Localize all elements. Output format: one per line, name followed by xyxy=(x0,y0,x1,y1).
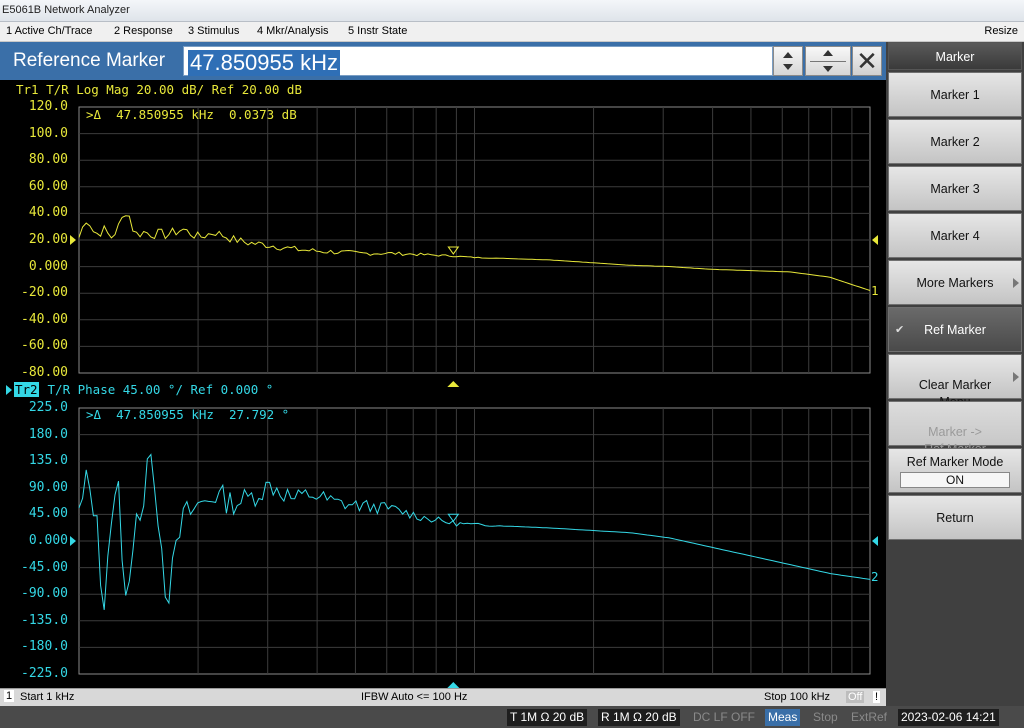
softkey-more-markers[interactable]: More Markers xyxy=(888,260,1022,305)
coarse-up-icon[interactable] xyxy=(823,50,833,56)
channel-number: 1 xyxy=(4,690,15,702)
channel-footer: 1 Start 1 kHz IFBW Auto <= 100 Hz Stop 1… xyxy=(0,688,886,706)
softkey-label: Marker 1 xyxy=(930,88,980,102)
y-tick-label: 120.0 xyxy=(28,99,68,114)
softkey-marker-3[interactable]: Marker 3 xyxy=(888,166,1022,211)
trace2-active-arrow-icon xyxy=(6,385,12,395)
y-tick-label: 225.0 xyxy=(28,400,68,415)
status-meas: Meas xyxy=(765,709,801,726)
sweep-off-indicator: Off xyxy=(846,691,865,703)
step-up-icon[interactable] xyxy=(783,52,793,58)
y-tick-label: 60.00 xyxy=(28,178,68,194)
y-tick-label: -180.0 xyxy=(21,639,68,655)
status-stop: Stop xyxy=(813,710,838,724)
softkey-label: Marker 2 xyxy=(930,135,980,149)
entry-close-button[interactable]: ✕ xyxy=(852,46,882,76)
submenu-arrow-icon xyxy=(1013,278,1019,288)
softkey-panel: Marker Marker 1 Marker 2 Marker 3 Marker… xyxy=(886,42,1024,706)
trace2-header[interactable]: T/R Phase 45.00 °/ Ref 0.000 ° xyxy=(40,382,274,397)
softkey-clear-marker-menu[interactable]: Clear Marker Menu xyxy=(888,354,1022,409)
trace1-header[interactable]: Tr1 T/R Log Mag 20.00 dB/ Ref 20.00 dB xyxy=(16,82,302,97)
ref-level-right-icon xyxy=(872,235,878,245)
y-tick-label: -45.00 xyxy=(21,559,68,575)
y-tick-label: 45.00 xyxy=(28,506,68,522)
softkey-marker-4[interactable]: Marker 4 xyxy=(888,213,1022,258)
stop-frequency[interactable]: Stop 100 kHz xyxy=(764,691,830,703)
menu-active-ch-trace[interactable]: 1 Active Ch/Trace xyxy=(6,25,92,37)
y-tick-label: 20.00 xyxy=(0,232,68,247)
start-frequency[interactable]: Start 1 kHz xyxy=(20,691,74,703)
softkey-marker-1[interactable]: Marker 1 xyxy=(888,72,1022,117)
softkey-label: More Markers xyxy=(916,276,994,290)
menu-mkr-analysis[interactable]: 4 Mkr/Analysis xyxy=(257,25,329,37)
y-tick-label: 90.00 xyxy=(28,479,68,495)
entry-coarse-spinner[interactable] xyxy=(805,46,851,76)
status-bar: T 1M Ω 20 dB R 1M Ω 20 dB DC LF OFF Meas… xyxy=(0,706,1024,728)
warning-indicator: ! xyxy=(873,691,881,703)
y-tick-label: 40.00 xyxy=(28,205,68,221)
softkey-label: Marker 4 xyxy=(930,229,980,243)
y-tick-label: -20.00 xyxy=(21,285,68,301)
status-datetime: 2023-02-06 14:21 xyxy=(898,709,999,726)
y-tick-label: 0.000 xyxy=(0,533,68,548)
trace1-marker-readout: >Δ 47.850955 kHz 0.0373 dB xyxy=(86,107,297,122)
status-t-input: T 1M Ω 20 dB xyxy=(507,709,588,726)
ifbw-setting[interactable]: IFBW Auto <= 100 Hz xyxy=(361,691,467,703)
entry-value-field[interactable]: 47.850955 kHz xyxy=(183,46,773,76)
entry-value-text: 47.850955 kHz xyxy=(188,50,340,76)
trace2-grid xyxy=(78,407,871,675)
marker-x-position-icon xyxy=(447,381,460,387)
softkey-ref-marker-mode[interactable]: Ref Marker Mode ON xyxy=(888,448,1022,493)
y-tick-label: 180.0 xyxy=(28,426,68,442)
y-tick-label: -40.00 xyxy=(21,311,68,327)
ref-level-left-icon xyxy=(70,235,76,245)
y-tick-label: 80.00 xyxy=(28,152,68,168)
plot-panel: Tr1 T/R Log Mag 20.00 dB/ Ref 20.00 dB >… xyxy=(0,80,886,688)
resize-button[interactable]: Resize xyxy=(984,25,1018,37)
menu-bar: 1 Active Ch/Trace 2 Response 3 Stimulus … xyxy=(0,22,1024,42)
y-tick-label: 100.0 xyxy=(28,125,68,141)
softkey-label: Return xyxy=(936,511,974,525)
trace1-grid xyxy=(78,106,871,374)
y-tick-label: -135.0 xyxy=(21,612,68,628)
y-tick-label: -90.00 xyxy=(21,586,68,602)
status-r-input: R 1M Ω 20 dB xyxy=(598,709,680,726)
trace2-end-label: 2 xyxy=(871,569,879,584)
ref-level-left-icon xyxy=(70,536,76,546)
softkey-return[interactable]: Return xyxy=(888,495,1022,540)
entry-bar: Reference Marker 47.850955 kHz ✕ xyxy=(0,42,886,80)
menu-response[interactable]: 2 Response xyxy=(114,25,173,37)
softkey-label: Ref Marker xyxy=(924,323,986,337)
status-dc-lf: DC LF OFF xyxy=(693,710,755,724)
entry-label: Reference Marker xyxy=(13,50,166,71)
softkey-label: Ref Marker Mode xyxy=(906,455,1004,469)
y-tick-label: 135.0 xyxy=(28,453,68,469)
trace1-end-label: 1 xyxy=(871,283,879,298)
y-tick-label: -80.00 xyxy=(21,365,68,380)
y-tick-label: -225.0 xyxy=(21,666,68,681)
step-down-icon[interactable] xyxy=(783,64,793,70)
submenu-arrow-icon xyxy=(1013,372,1019,382)
ref-level-right-icon xyxy=(872,536,878,546)
softkey-ref-marker[interactable]: ✔ Ref Marker xyxy=(888,307,1022,352)
window-titlebar: E5061B Network Analyzer Resize xyxy=(0,0,1024,37)
coarse-down-icon[interactable] xyxy=(823,66,833,72)
entry-step-spinner[interactable] xyxy=(773,46,803,76)
menu-instr-state[interactable]: 5 Instr State xyxy=(348,25,407,37)
ref-marker-mode-value: ON xyxy=(900,472,1010,488)
y-tick-label: 0.000 xyxy=(28,258,68,274)
softkey-label: Marker 3 xyxy=(930,182,980,196)
softkey-marker-2[interactable]: Marker 2 xyxy=(888,119,1022,164)
trace2-marker-readout: >Δ 47.850955 kHz 27.792 ° xyxy=(86,407,290,422)
softkey-marker-to-ref-marker[interactable]: Marker -> Ref Marker xyxy=(888,401,1022,456)
check-icon: ✔ xyxy=(895,324,905,336)
window-title: E5061B Network Analyzer xyxy=(2,4,130,16)
trace2-id-label[interactable]: Tr2 xyxy=(14,382,39,397)
status-extref: ExtRef xyxy=(851,710,888,724)
menu-stimulus[interactable]: 3 Stimulus xyxy=(188,25,239,37)
y-tick-label: -60.00 xyxy=(21,338,68,354)
softkey-title: Marker xyxy=(888,42,1022,70)
